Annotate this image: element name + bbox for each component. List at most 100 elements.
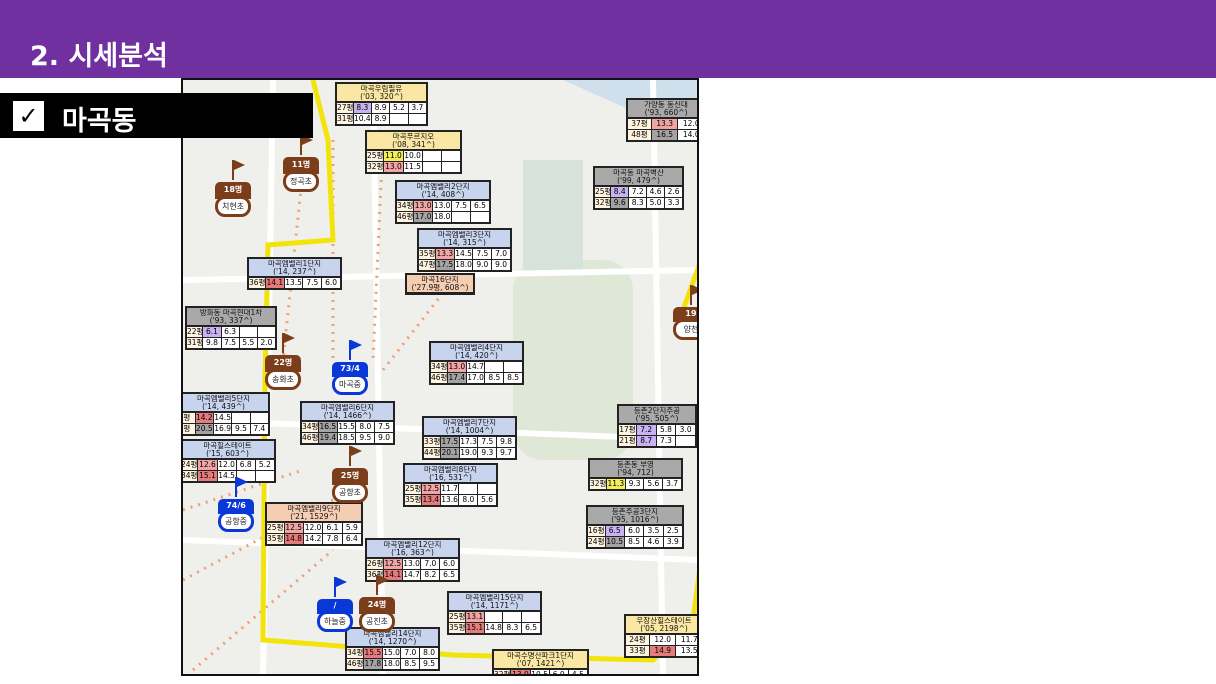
price-cell: 2.0 [256,338,275,348]
complex-box: 마곡엠밸리2단지 ('14, 408^) 34평 13.0 13.0 7.5 6.5 46평 1… [395,180,491,224]
price-cell: 5.6 [643,479,662,489]
complex-box: 마곡엠밸리8단지 ('16, 531^) 25평 12.5 11.7 35평 13.4 13.… [403,463,498,507]
complex-header: 마곡엠밸리7단지 ('14, 1004^) [424,418,515,436]
price-cell: 15.5 [362,648,382,658]
complex-info: ('94, 712) [617,468,654,476]
complex-info: ('95, 505^) [635,414,679,422]
complex-info: ('14, 408^) [421,190,465,198]
price-cell: 13.5 [283,278,302,288]
price-cell: 8.3 [352,103,371,113]
flag-icon [235,477,248,497]
complex-name: 마곡엠밸리12단지 [383,541,442,549]
price-row: 35평 13.4 13.6 8.0 5.6 [405,494,496,505]
price-row: 36평 14.1 13.5 7.5 6.0 [249,277,340,288]
size-cell: 24평 [181,460,198,470]
price-row: 34평 13.0 13.0 7.5 6.5 [397,200,489,211]
price-cell: 13.6 [439,495,458,505]
price-cell: 5.6 [477,495,496,505]
complex-name: 마곡엠밸리9단지 [287,505,341,513]
price-cell: 14.7 [465,362,484,372]
price-cell: 4.5 [567,670,587,674]
price-row: 25평 13.1 [449,611,540,622]
price-cell: 7.0 [420,559,439,569]
price-cell: 3.3 [664,198,682,208]
price-row: 17평 7.2 5.8 3.0 [619,424,695,435]
school-marker[interactable]: 74/6 공항중 [218,477,254,532]
price-cell: 7.5 [477,437,496,447]
price-cell: 15.0 [381,648,400,658]
price-cell: 9.3 [624,479,644,489]
size-cell: 46평 [397,212,414,222]
size-cell: 34평 [431,362,447,372]
complex-header: 마곡동 마곡벽산 ('99, 479^) [595,168,682,186]
price-cell: 3.9 [662,537,682,547]
complex-box: 등촌2단지주공 ('95, 505^) 17평 7.2 5.8 3.0 21평 8.7 7.3 [617,404,697,448]
price-cell: 17.3 [458,437,477,447]
school-marker[interactable]: 73/4 마곡중 [332,340,368,395]
school-name: 송화초 [265,369,301,390]
complex-name: 마곡엠밸리3단지 [437,231,492,239]
flag-icon [334,577,347,597]
price-cell: 14.8 [483,623,502,633]
price-cell: 7.4 [249,424,268,434]
complex-name: 방화동 마곡현대1차 [199,309,263,317]
complex-header: 마곡힐스테이트 ('15, 603^) [183,441,274,459]
price-cell: 13.0 [432,201,451,211]
price-cell: 12.0 [302,523,322,533]
complex-header: 마곡엠밸리9단지 ('21, 1529^) [267,504,361,522]
school-marker[interactable]: 18명 치현초 [215,160,251,217]
complex-box: 마곡엠밸리14단지 ('14, 1270^) 34평 15.5 15.0 7.0 8.0 46… [345,627,440,671]
complex-header: 등촌동 부영 ('94, 712) [590,460,681,478]
size-cell: 27평 [337,103,353,113]
price-row: 34평 15.1 14.5 [183,470,274,481]
complex-name: 마곡우림필유 [360,85,403,93]
header-bar: 2. 시세분석 [0,0,1216,78]
school-marker[interactable]: 22명 송화초 [265,333,301,390]
location-name: 마곡동 [62,106,137,137]
price-cell [421,151,441,161]
school-marker[interactable]: 24명 공진초 [359,575,395,632]
price-cell: 8.7 [635,436,656,446]
price-cell: 8.0 [419,648,438,658]
school-name: 양천 [673,319,697,340]
school-marker[interactable]: 11명 정곡초 [283,135,319,192]
size-cell: 46평 [431,373,447,383]
price-cell: 18.0 [432,212,451,222]
price-cell: 20.1 [439,448,459,458]
price-cell [254,471,274,481]
price-row: 32평 13.0 11.5 [367,161,460,172]
size-cell: 34평 [397,201,414,211]
price-cell: 10.5 [604,537,624,547]
complex-name: 마곡엠밸리4단지 [449,344,504,352]
complex-box: 가양동 동신대 ('93, 660^) 37평 13.3 12.0 48평 16.5 14.0 [626,98,697,142]
school-marker[interactable]: / 하늘중 [317,577,353,632]
complex-info: ('99, 479^) [617,176,660,184]
size-cell: 33평 [424,437,440,447]
complex-box: 마곡엠밸리4단지 ('14, 420^) 34평 13.0 14.7 46평 17.4 17.… [429,341,524,385]
complex-name: 마곡엠밸리15단지 [465,594,524,602]
check-icon: ✓ [13,101,44,131]
price-cell: 14.0 [677,130,697,140]
price-cell: 7.5 [451,201,470,211]
school-marker[interactable]: 19 양천 [673,285,697,340]
size-cell: 46평 [302,433,318,443]
complex-info: ('15, 603^) [206,449,249,457]
complex-info: ('14, 1466^) [323,411,372,419]
complex-header: 마곡엠밸리3단지 ('14, 315^) [419,230,510,248]
price-cell: 18.0 [381,659,400,669]
complex-box: 마곡엠밸리15단지 ('14, 1171^) 25평 13.1 35평 15.1 14.8 8… [447,591,542,635]
size-cell: 36평 [249,278,265,288]
price-cell [675,436,695,446]
price-cell: 6.0 [623,526,643,536]
school-marker[interactable]: 25명 공항초 [332,446,368,503]
price-cell: 8.3 [502,623,521,633]
school-name: 정곡초 [283,171,319,192]
size-cell: 24평 [626,635,649,645]
price-cell: 17.4 [446,373,466,383]
complex-box: 마곡우림필유 ('03, 320^) 27평 8.3 8.9 5.2 3.7 31평 10.4 8… [335,82,428,126]
price-cell [470,212,489,222]
complex-header: 마곡엠밸리15단지 ('14, 1171^) [449,593,540,611]
price-cell: 14.5 [212,413,231,423]
price-row: 31평 10.4 8.9 [337,113,426,124]
price-row: 31평 9.8 7.5 5.5 2.0 [187,337,275,348]
